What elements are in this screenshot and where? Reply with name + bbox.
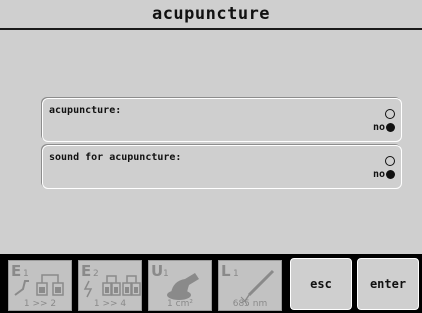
enter-button[interactable]: enter [357, 258, 419, 310]
radio-empty-icon [385, 109, 395, 119]
tile-electrotherapy-2: E 2 1 >> 4 [78, 260, 142, 311]
bottom-toolbar: E 1 1 >> 2 E 2 1 >> 4 U 1 1 cm² L 1 685 … [0, 254, 422, 313]
option-value: no [372, 121, 385, 133]
tile-laser: L 1 685 nm [218, 260, 282, 311]
radio-empty-icon [385, 156, 395, 166]
tile-bottom-label: 685 nm [232, 299, 268, 309]
option-value-row: no [373, 121, 395, 133]
tile-electrotherapy-1: E 1 1 >> 2 [8, 260, 72, 311]
option-value-row: no [373, 168, 395, 180]
radio-selected-icon [386, 122, 395, 132]
settings-panel: acupuncture: no sound for acupuncture: n… [0, 30, 422, 254]
tile-bottom-label: 1 >> 2 [23, 299, 57, 309]
option-value: no [372, 168, 385, 180]
page-title: acupuncture [151, 4, 271, 24]
title-bar: acupuncture [0, 0, 422, 30]
tile-ultrasound: U 1 1 cm² [148, 260, 212, 311]
device-screen: acupuncture acupuncture: no sound for ac… [0, 0, 422, 313]
sound-for-acupuncture-option[interactable]: sound for acupuncture: no [42, 145, 402, 189]
option-label: sound for acupuncture: [49, 152, 182, 163]
option-label: acupuncture: [49, 105, 122, 116]
esc-button[interactable]: esc [290, 258, 352, 310]
radio-selected-icon [386, 169, 395, 179]
tile-bottom-label: 1 cm² [167, 299, 193, 309]
acupuncture-option[interactable]: acupuncture: no [42, 98, 402, 142]
tile-bottom-label: 1 >> 4 [93, 299, 127, 309]
